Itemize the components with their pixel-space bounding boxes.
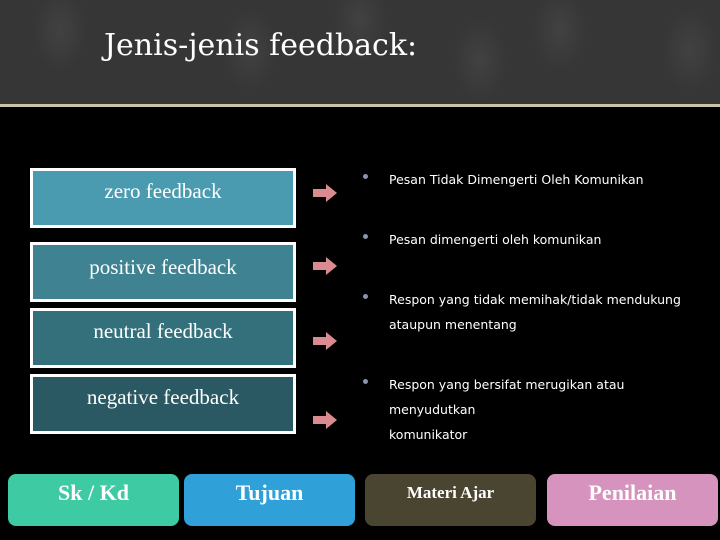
nav-button-sk-kd[interactable]: Sk / Kd [8, 474, 179, 526]
description-item: Pesan dimengerti oleh komunikan [389, 227, 709, 252]
description-item: Respon yang tidak memihak/tidak mendukun… [389, 287, 709, 337]
bullet-icon [363, 379, 368, 384]
feedback-label: neutral feedback [93, 319, 233, 343]
description-line: komunikator [389, 427, 468, 442]
header-divider [0, 104, 720, 107]
description-item: Respon yang bersifat merugikan atau meny… [389, 372, 709, 447]
description-line: Pesan Tidak Dimengerti Oleh Komunikan [389, 172, 644, 187]
nav-button-penilaian[interactable]: Penilaian [547, 474, 718, 526]
nav-label: Penilaian [588, 480, 677, 505]
feedback-box-positive: positive feedback [30, 242, 296, 302]
feedback-box-zero: zero feedback [30, 168, 296, 228]
arrow-right-icon [313, 332, 337, 350]
arrow-right-icon [313, 411, 337, 429]
description-line: ataupun menentang [389, 317, 517, 332]
bullet-icon [363, 294, 368, 299]
nav-label: Sk / Kd [58, 480, 129, 505]
bullet-icon [363, 234, 368, 239]
slide-title: Jenis-jenis feedback: [104, 28, 418, 63]
description-item: Pesan Tidak Dimengerti Oleh Komunikan [389, 167, 709, 192]
arrow-right-icon [313, 257, 337, 275]
feedback-label: negative feedback [86, 385, 240, 409]
bullet-icon [363, 174, 368, 179]
description-line: Respon yang bersifat merugikan atau meny… [389, 377, 625, 417]
nav-label: Materi Ajar [406, 483, 495, 502]
feedback-label: zero feedback [104, 179, 222, 203]
nav-button-tujuan[interactable]: Tujuan [184, 474, 355, 526]
arrow-right-icon [313, 184, 337, 202]
feedback-box-negative: negative feedback [30, 374, 296, 434]
feedback-box-neutral: neutral feedback [30, 308, 296, 368]
feedback-label: positive feedback [89, 255, 237, 279]
nav-button-materi-ajar[interactable]: Materi Ajar [365, 474, 536, 526]
description-line: Pesan dimengerti oleh komunikan [389, 232, 602, 247]
description-line: Respon yang tidak memihak/tidak mendukun… [389, 292, 681, 307]
nav-label: Tujuan [235, 480, 304, 505]
